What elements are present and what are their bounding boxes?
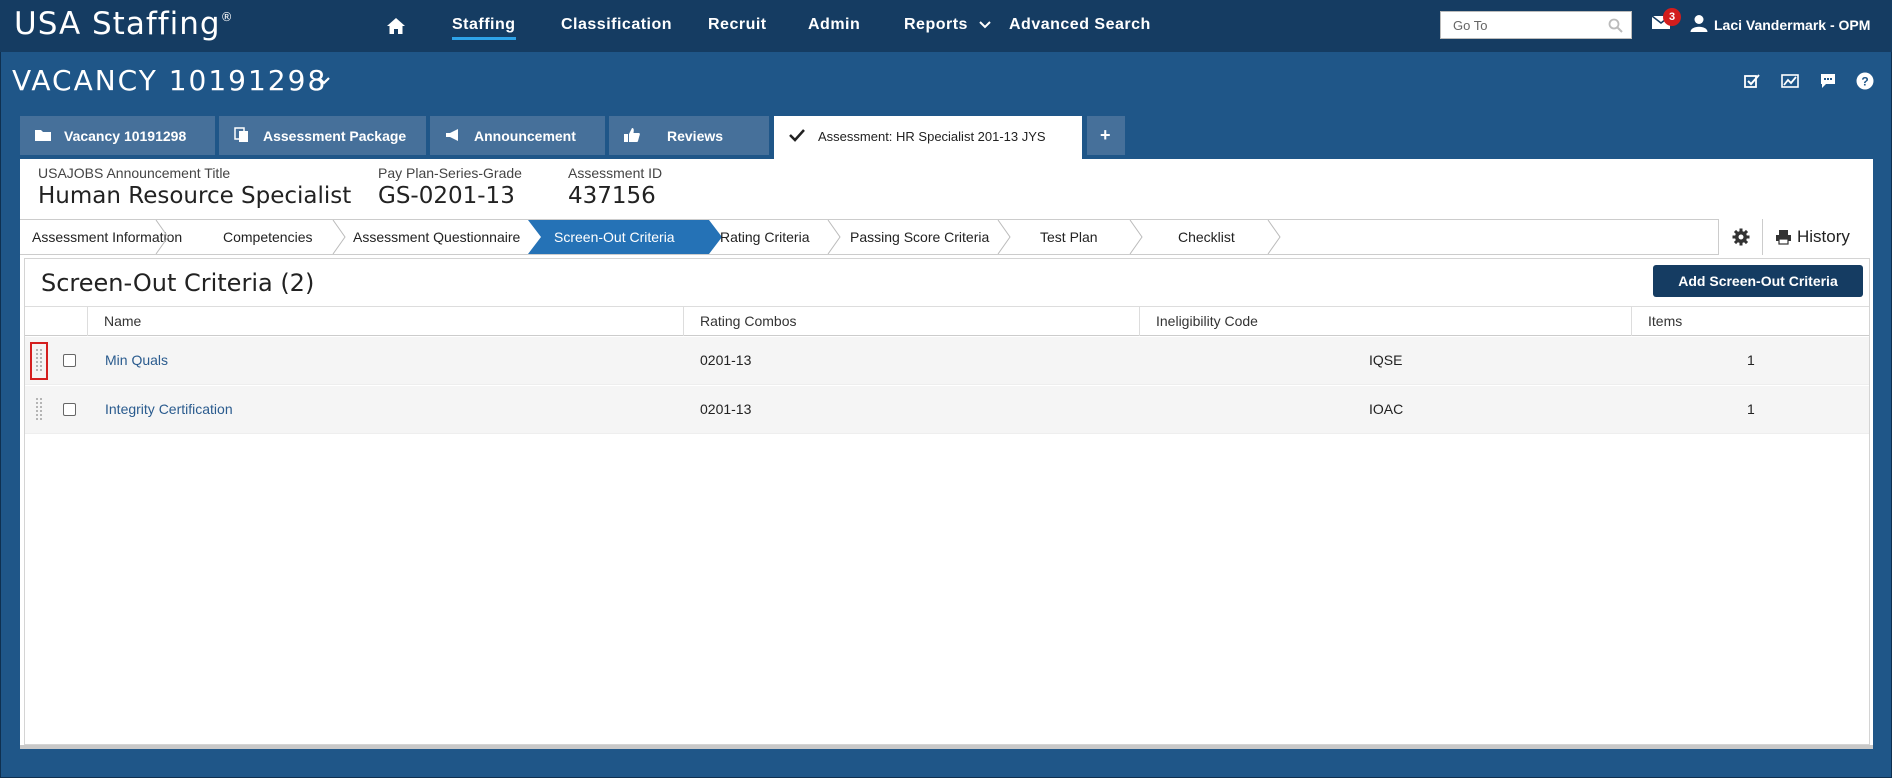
step-divider (155, 220, 169, 254)
pay-plan-label: Pay Plan-Series-Grade (378, 165, 522, 181)
chevron-down-icon (979, 21, 991, 29)
assessment-id-value: 437156 (568, 183, 656, 209)
column-header-ineligibility-code[interactable]: Ineligibility Code (1139, 307, 1631, 336)
nav-classification[interactable]: Classification (561, 16, 672, 34)
screen-out-criteria-section: Screen-Out Criteria (2) Add Screen-Out C… (24, 258, 1870, 745)
assessment-id-label: Assessment ID (568, 165, 663, 181)
mail-count-badge: 3 (1663, 8, 1681, 26)
tab-assessment[interactable]: Assessment: HR Specialist 201-13 JYS (774, 116, 1082, 159)
pay-plan-block: Pay Plan-Series-Grade GS-0201-13 (378, 165, 522, 209)
tab-assessment-package[interactable]: Assessment Package (219, 116, 426, 155)
nav-reports[interactable]: Reports (904, 16, 991, 34)
table-header: Name Rating Combos Ineligibility Code It… (25, 306, 1869, 336)
step-rating-criteria[interactable]: Rating Criteria (720, 220, 809, 254)
step-assessment-questionnaire[interactable]: Assessment Questionnaire (353, 220, 520, 254)
search-icon[interactable] (1608, 18, 1623, 33)
tab-reviews[interactable]: Reviews (609, 116, 769, 155)
tab-label: Reviews (667, 128, 724, 144)
grip-icon (36, 349, 42, 371)
rating-combos-cell: 0201-13 (700, 352, 752, 368)
user-icon (1690, 15, 1708, 32)
home-icon[interactable] (386, 17, 406, 35)
goto-input[interactable] (1441, 12, 1601, 38)
nav-admin[interactable]: Admin (808, 16, 860, 34)
add-screen-out-criteria-button[interactable]: Add Screen-Out Criteria (1653, 265, 1863, 297)
step-divider (332, 220, 346, 254)
rating-combos-cell: 0201-13 (700, 401, 752, 417)
page-title: Screen-Out Criteria (2) (41, 269, 315, 297)
task-check-icon[interactable] (1743, 72, 1761, 90)
grip-icon (36, 398, 42, 420)
drag-handle[interactable] (30, 342, 48, 380)
plus-icon: + (1100, 125, 1111, 145)
user-menu[interactable]: Laci Vandermark - OPM (1714, 17, 1870, 33)
step-divider (997, 220, 1011, 254)
ineligibility-code-cell: IQSE (1369, 352, 1403, 368)
add-tab-button[interactable]: + (1087, 116, 1125, 155)
announcement-title-value: Human Resource Specialist (38, 183, 352, 209)
printer-icon (1776, 230, 1791, 245)
tab-vacancy[interactable]: Vacancy 10191298 (20, 116, 215, 155)
ineligibility-code-cell: IOAC (1369, 401, 1404, 417)
goto-search (1440, 11, 1632, 39)
nav-staffing[interactable]: Staffing (452, 16, 516, 40)
assessment-steps: Assessment Information Competencies Asse… (20, 219, 1873, 255)
row-checkbox[interactable] (63, 354, 76, 367)
history-label: History (1797, 227, 1850, 246)
step-divider (1267, 220, 1281, 254)
copy-icon (234, 127, 248, 142)
nav-advanced-search[interactable]: Advanced Search (1009, 16, 1151, 34)
pay-plan-value: GS-0201-13 (378, 183, 515, 209)
settings-button[interactable] (1718, 219, 1762, 255)
step-screen-out-criteria[interactable]: Screen-Out Criteria (554, 220, 675, 254)
tab-announcement[interactable]: Announcement (430, 116, 605, 155)
step-checklist[interactable]: Checklist (1178, 220, 1235, 254)
step-divider (1129, 220, 1143, 254)
help-icon[interactable]: ? (1856, 72, 1874, 90)
checkmark-icon (789, 129, 805, 142)
app-logo[interactable]: USA Staffing® (14, 6, 234, 42)
announcement-title-block: USAJOBS Announcement Title Human Resourc… (38, 165, 351, 209)
thumbs-up-icon (624, 128, 640, 142)
top-navigation: USA Staffing® Staffing Classification Re… (0, 0, 1892, 52)
step-competencies[interactable]: Competencies (223, 220, 313, 254)
table-row: Min Quals 0201-13 IQSE 1 (25, 337, 1869, 385)
folder-icon (35, 130, 51, 141)
criteria-name-link[interactable]: Integrity Certification (105, 401, 233, 417)
nav-recruit[interactable]: Recruit (708, 16, 767, 34)
announcement-title-label: USAJOBS Announcement Title (38, 165, 231, 181)
column-header-items[interactable]: Items (1631, 307, 1869, 336)
vacancy-title: VACANCY 10191298 (12, 64, 328, 97)
gear-icon (1732, 228, 1750, 246)
table-row: Integrity Certification 0201-13 IOAC 1 (25, 386, 1869, 434)
tab-label: Assessment: HR Specialist 201-13 JYS (818, 129, 1046, 144)
svg-text:?: ? (1861, 75, 1868, 89)
assessment-id-block: Assessment ID 437156 (568, 165, 662, 209)
drag-handle[interactable] (35, 396, 43, 424)
items-count-cell: 1 (1747, 401, 1755, 417)
logo-text: USA Staffing (14, 6, 221, 42)
tab-label: Vacancy 10191298 (64, 128, 187, 144)
chevron-down-icon[interactable] (317, 76, 331, 86)
chat-icon[interactable] (1819, 72, 1837, 90)
criteria-name-link[interactable]: Min Quals (105, 352, 168, 368)
step-passing-score-criteria[interactable]: Passing Score Criteria (850, 220, 989, 254)
logo-mark: ® (220, 10, 234, 24)
megaphone-icon (446, 129, 458, 141)
step-divider (827, 220, 841, 254)
column-header-name[interactable]: Name (87, 307, 687, 336)
column-header-rating-combos[interactable]: Rating Combos (683, 307, 1139, 336)
chart-icon[interactable] (1781, 72, 1799, 90)
items-count-cell: 1 (1747, 352, 1755, 368)
row-checkbox[interactable] (63, 403, 76, 416)
tab-label: Assessment Package (263, 128, 407, 144)
tab-label: Announcement (474, 128, 576, 144)
nav-reports-label: Reports (904, 16, 968, 33)
history-button[interactable]: History (1762, 219, 1873, 255)
step-test-plan[interactable]: Test Plan (1040, 220, 1098, 254)
